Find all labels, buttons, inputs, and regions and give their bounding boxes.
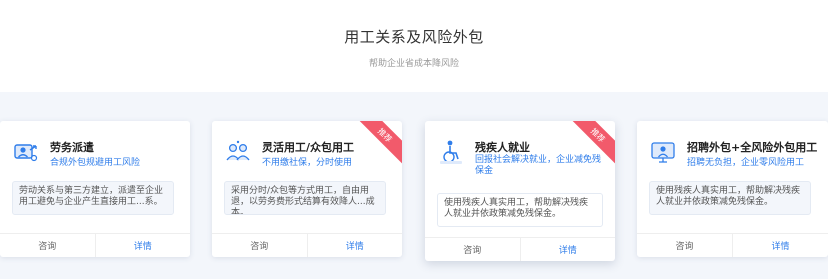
consult-button[interactable]: 咨询	[212, 234, 308, 257]
details-button[interactable]: 详情	[308, 234, 403, 257]
card-description: 使用残疾人真实用工，帮助解决残疾人就业并依政策减免残保金。	[649, 181, 811, 215]
card-actions: 咨询 详情	[212, 233, 402, 257]
card-title: 残疾人就业	[475, 141, 530, 154]
consult-button[interactable]: 咨询	[425, 238, 521, 261]
section-title: 用工关系及风险外包	[344, 28, 484, 46]
service-card-labor-dispatch[interactable]: 劳务派遣 合规外包规避用工风险 劳动关系与第三方建立，派遣至企业用工避免与企业产…	[0, 121, 190, 257]
card-subtitle: 招聘无负担，企业零风险用工	[687, 158, 805, 168]
service-card-flexible-employment[interactable]: 推荐 灵活用工/众包用工 不用缴社保，分时使用 采用分时/众包等方式用工，自由用…	[212, 121, 402, 257]
service-card-recruitment-outsourcing[interactable]: 招聘外包+全风险外包用工 招聘无负担，企业零风险用工 使用残疾人真实用工，帮助解…	[637, 121, 828, 257]
card-title: 招聘外包+全风险外包用工	[687, 141, 818, 154]
recruit-icon	[649, 138, 677, 166]
card-subtitle: 合规外包规避用工风险	[50, 158, 141, 168]
card-description: 劳动关系与第三方建立，派遣至企业用工避免与企业产生直接用工...系。	[12, 181, 174, 215]
card-description: 采用分时/众包等方式用工，自由用退，以劳务费形式结算有效降人...成本。	[224, 181, 386, 215]
dispatch-icon	[12, 138, 40, 166]
card-subtitle: 回报社会解决就业，企业减免残保金	[475, 155, 602, 176]
details-button[interactable]: 详情	[733, 234, 828, 257]
details-button[interactable]: 详情	[96, 234, 191, 257]
team-icon	[224, 138, 252, 166]
card-title: 灵活用工/众包用工	[262, 141, 355, 154]
details-button[interactable]: 详情	[521, 238, 616, 261]
service-card-disabled-employment[interactable]: 推荐 残疾人就业 回报社会解决就业，企业减免残保金 使用残疾人真实用工，帮助解决…	[425, 121, 615, 261]
card-actions: 咨询 详情	[637, 233, 828, 257]
recommend-badge: 推荐	[354, 121, 402, 166]
consult-button[interactable]: 咨询	[0, 234, 96, 257]
card-actions: 咨询 详情	[425, 237, 615, 261]
card-actions: 咨询 详情	[0, 233, 190, 257]
card-description: 使用残疾人真实用工，帮助解决残疾人就业并依政策减免残保金。	[437, 193, 603, 227]
hero-header: 用工关系及风险外包 帮助企业省成本降风险	[0, 0, 828, 92]
section-subtitle: 帮助企业省成本降风险	[368, 59, 459, 69]
card-subtitle: 不用缴社保，分时使用	[262, 158, 353, 168]
consult-button[interactable]: 咨询	[637, 234, 733, 257]
card-title: 劳务派遣	[50, 141, 94, 154]
wheelchair-icon	[437, 138, 465, 166]
